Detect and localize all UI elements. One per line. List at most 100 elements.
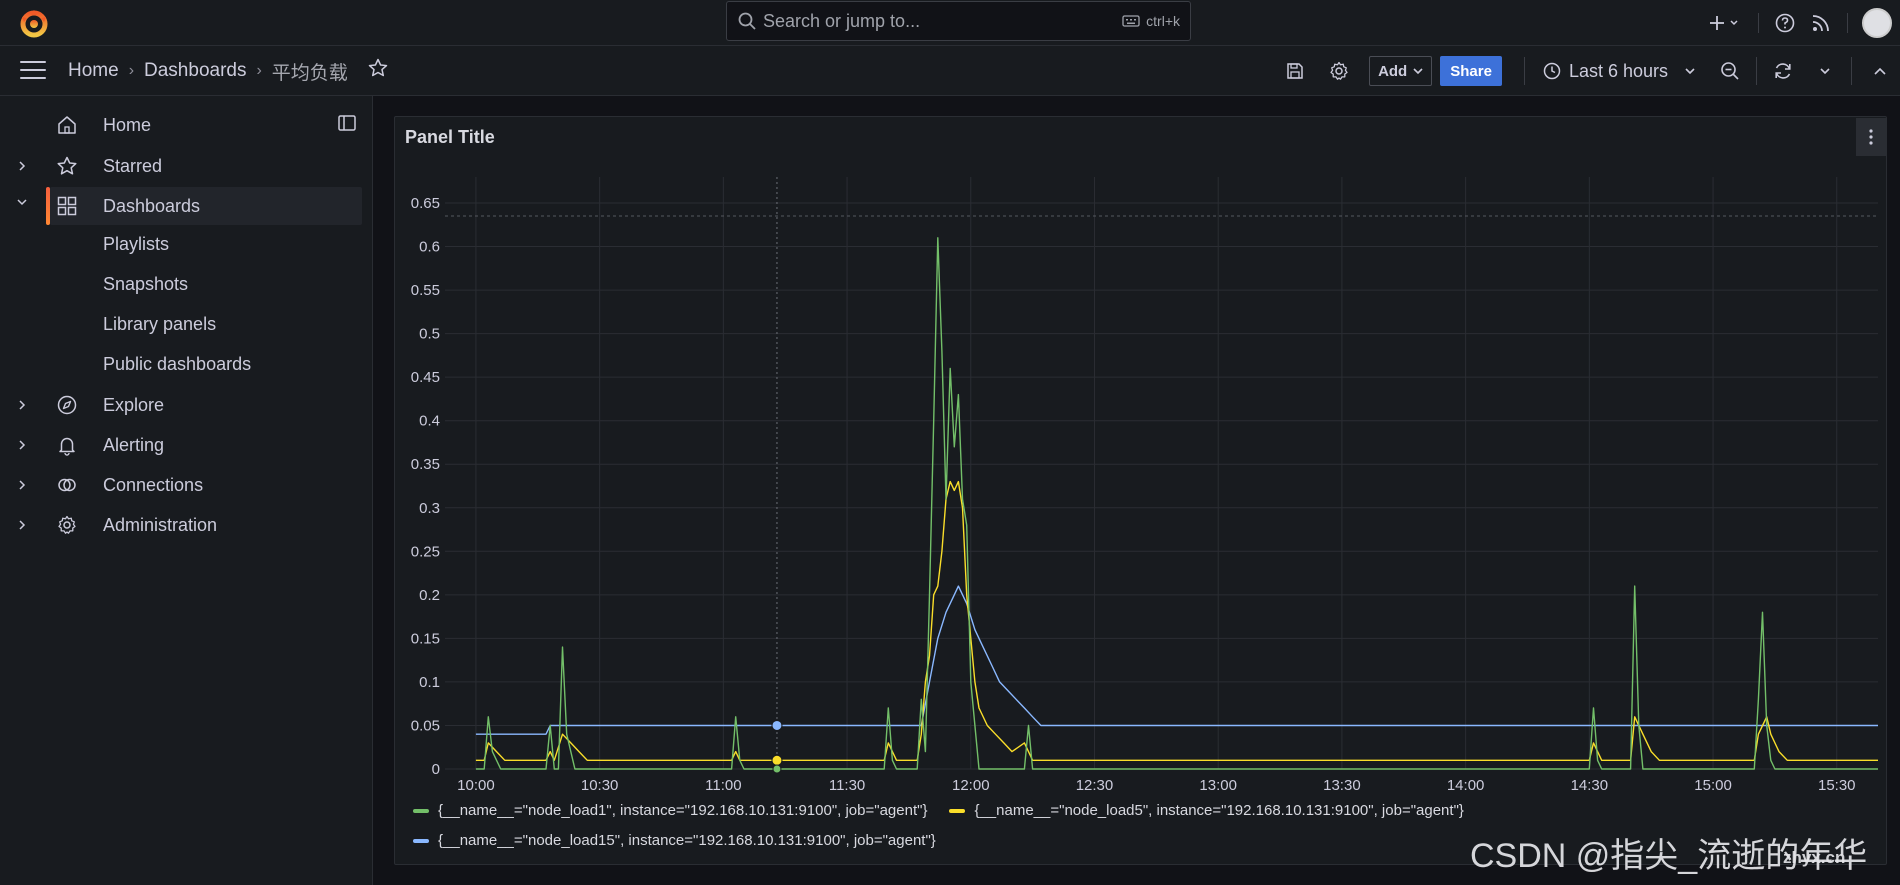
legend-swatch bbox=[949, 808, 966, 813]
chevron-right-icon[interactable] bbox=[16, 439, 28, 451]
legend-label: {__name__="node_load1", instance="192.16… bbox=[438, 802, 928, 819]
y-tick-label: 0.55 bbox=[411, 282, 440, 299]
sidebar-item-alerting[interactable]: Alerting bbox=[0, 426, 362, 464]
panel-title[interactable]: Panel Title bbox=[405, 127, 495, 148]
search-shortcut-label: ctrl+k bbox=[1146, 13, 1180, 29]
hover-point bbox=[771, 754, 783, 766]
y-tick-label: 0.5 bbox=[419, 326, 440, 343]
timeseries-panel[interactable]: 0 0.05 0.1 0.15 0.2 0.25 0.3 0.35 0.4 0.45 0.5 0.55… bbox=[394, 116, 1887, 865]
x-tick-label: 14:00 bbox=[1447, 777, 1485, 794]
gear-icon bbox=[58, 515, 76, 534]
compass-icon bbox=[57, 395, 77, 415]
zoom-out-button[interactable] bbox=[1706, 55, 1754, 87]
y-tick-label: 0.35 bbox=[411, 456, 440, 473]
user-avatar[interactable] bbox=[1862, 8, 1892, 38]
x-tick-label: 14:30 bbox=[1571, 777, 1609, 794]
share-button[interactable]: Share bbox=[1440, 56, 1502, 86]
divider bbox=[1523, 57, 1525, 85]
help-button[interactable] bbox=[1767, 5, 1803, 41]
sidebar-item-label: Alerting bbox=[103, 434, 165, 455]
sidebar-item-explore[interactable]: Explore bbox=[0, 386, 362, 424]
breadcrumb: Home › Dashboards › 平均负载 bbox=[68, 46, 388, 96]
menu-toggle-icon[interactable] bbox=[20, 61, 46, 81]
sidebar-item-dashboards[interactable]: Dashboards bbox=[50, 187, 362, 225]
top-icons bbox=[1700, 0, 1900, 46]
breadcrumb-separator-icon: › bbox=[128, 62, 135, 79]
grafana-logo-icon[interactable] bbox=[18, 7, 50, 39]
legend-item[interactable]: {__name__="node_load15", instance="192.1… bbox=[413, 832, 936, 849]
gear-icon bbox=[1330, 61, 1348, 80]
new-menu-button[interactable] bbox=[1700, 5, 1750, 41]
x-tick-label: 11:30 bbox=[829, 777, 865, 794]
series-line bbox=[475, 237, 1878, 770]
panel-menu-button[interactable] bbox=[1856, 118, 1886, 156]
top-bar: Search or jump to... ctrl+k bbox=[0, 0, 1900, 46]
chevron-down-icon[interactable] bbox=[16, 196, 28, 208]
clock-icon bbox=[1543, 62, 1561, 80]
refresh-icon bbox=[1775, 63, 1791, 79]
divider bbox=[1758, 13, 1759, 33]
site-watermark: zhyx.cn bbox=[1783, 848, 1846, 867]
sidebar-item-connections[interactable]: Connections bbox=[0, 466, 362, 504]
y-tick-label: 0.4 bbox=[419, 413, 440, 430]
legend-item[interactable]: {__name__="node_load5", instance="192.16… bbox=[949, 802, 1464, 819]
chart-legend-row-2: {__name__="node_load15", instance="192.1… bbox=[413, 832, 948, 849]
chevron-up-icon bbox=[1874, 67, 1886, 75]
x-tick-label: 15:30 bbox=[1818, 777, 1856, 794]
dashboard-settings-button[interactable] bbox=[1317, 55, 1361, 87]
y-tick-label: 0.25 bbox=[411, 543, 440, 560]
sidebar-item-library-panels[interactable]: Library panels bbox=[103, 314, 216, 335]
save-dashboard-button[interactable] bbox=[1273, 55, 1317, 87]
sidebar-item-home[interactable]: Home bbox=[0, 106, 362, 144]
x-tick-label: 13:00 bbox=[1199, 777, 1237, 794]
x-tick-label: 12:30 bbox=[1076, 777, 1114, 794]
sidebar-item-administration[interactable]: Administration bbox=[0, 506, 362, 544]
y-tick-label: 0.15 bbox=[411, 630, 440, 647]
save-icon bbox=[1287, 63, 1303, 79]
hover-point bbox=[771, 719, 783, 731]
legend-swatch bbox=[413, 808, 429, 813]
sidebar-item-snapshots[interactable]: Snapshots bbox=[103, 274, 188, 295]
y-tick-label: 0 bbox=[432, 761, 440, 778]
chevron-right-icon[interactable] bbox=[16, 399, 28, 411]
search-input[interactable]: Search or jump to... ctrl+k bbox=[726, 1, 1191, 41]
star-dashboard-icon[interactable] bbox=[368, 58, 388, 84]
breadcrumb-separator-icon: › bbox=[256, 62, 262, 79]
sidebar-item-label: Dashboards bbox=[103, 195, 201, 216]
hover-point bbox=[772, 764, 782, 774]
search-shortcut: ctrl+k bbox=[1122, 13, 1180, 29]
breadcrumb-dashboards[interactable]: Dashboards bbox=[144, 60, 246, 82]
chevron-down-icon bbox=[1413, 68, 1423, 75]
dashboard-toolbar: Add Share Last 6 hours bbox=[1273, 46, 1900, 96]
chart-canvas[interactable]: 0 0.05 0.1 0.15 0.2 0.25 0.3 0.35 0.4 0.45 0.5 0.55… bbox=[395, 117, 1888, 866]
sidebar-item-starred[interactable]: Starred bbox=[0, 147, 362, 185]
sidebar-item-label: Starred bbox=[103, 155, 163, 176]
sidebar-item-label: Home bbox=[103, 114, 152, 135]
x-tick-label: 10:00 bbox=[457, 777, 495, 794]
x-tick-label: 10:30 bbox=[581, 777, 619, 794]
y-tick-label: 0.45 bbox=[411, 369, 440, 386]
time-range-picker[interactable]: Last 6 hours bbox=[1533, 61, 1706, 82]
legend-label: {__name__="node_load15", instance="192.1… bbox=[438, 832, 936, 849]
chevron-right-icon[interactable] bbox=[16, 160, 28, 172]
sidebar-item-playlists[interactable]: Playlists bbox=[103, 234, 169, 255]
chart-legend-row-1: {__name__="node_load1", instance="192.16… bbox=[413, 802, 1476, 819]
plus-icon bbox=[1710, 16, 1738, 30]
dashboard-navbar: Home › Dashboards › 平均负载 Add Share Last … bbox=[0, 46, 1900, 96]
refresh-interval-button[interactable] bbox=[1807, 55, 1843, 87]
bell-icon bbox=[59, 437, 75, 456]
add-button[interactable]: Add bbox=[1369, 56, 1433, 86]
sidebar-item-public-dashboards[interactable]: Public dashboards bbox=[103, 354, 251, 375]
chevron-right-icon[interactable] bbox=[16, 479, 28, 491]
legend-swatch bbox=[413, 838, 429, 843]
y-tick-label: 0.6 bbox=[419, 239, 440, 256]
refresh-button[interactable] bbox=[1759, 55, 1807, 87]
search-placeholder: Search or jump to... bbox=[763, 10, 921, 31]
collapse-toolbar-button[interactable] bbox=[1860, 55, 1900, 87]
news-button[interactable] bbox=[1803, 5, 1839, 41]
link-icon bbox=[58, 478, 76, 492]
breadcrumb-home[interactable]: Home bbox=[68, 60, 119, 82]
y-tick-label: 0.05 bbox=[411, 717, 440, 734]
legend-item[interactable]: {__name__="node_load1", instance="192.16… bbox=[413, 802, 927, 819]
chevron-right-icon[interactable] bbox=[16, 519, 28, 531]
